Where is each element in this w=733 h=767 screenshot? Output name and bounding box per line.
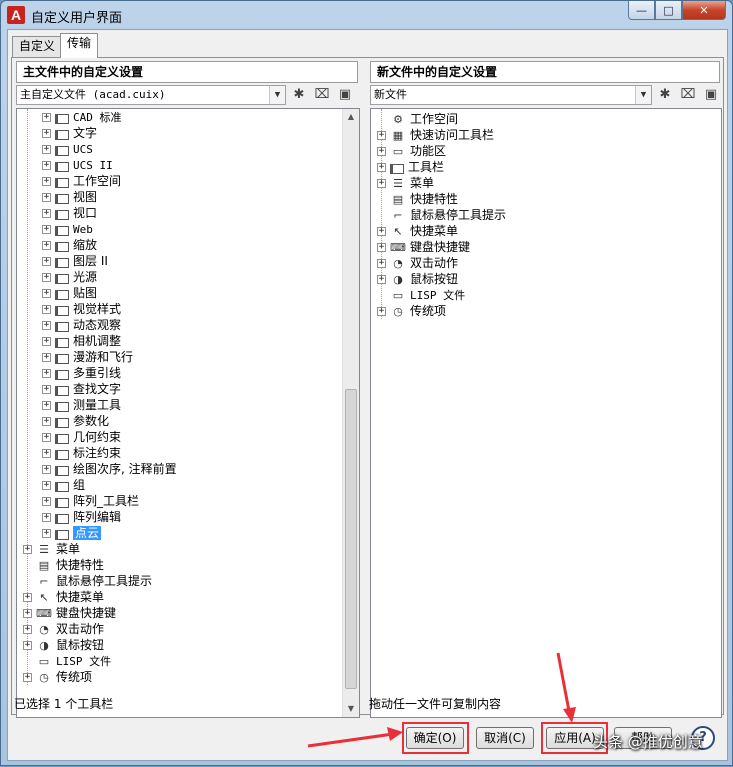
arrow-to-apply-line bbox=[556, 652, 571, 712]
arrow-to-ok-head bbox=[387, 727, 403, 741]
customize-ui-dialog: A 自定义用户界面 — □ ✕ 自定义 传输 主文件中的自定义设置 主自定义文件… bbox=[0, 0, 733, 766]
tab-transfer[interactable]: 传输 bbox=[60, 33, 99, 58]
arrow-to-apply-head bbox=[563, 707, 576, 723]
watermark: 头条 @推优创意 bbox=[593, 733, 703, 751]
arrow-to-ok-line bbox=[307, 732, 394, 748]
annotation-arrows bbox=[307, 652, 576, 748]
